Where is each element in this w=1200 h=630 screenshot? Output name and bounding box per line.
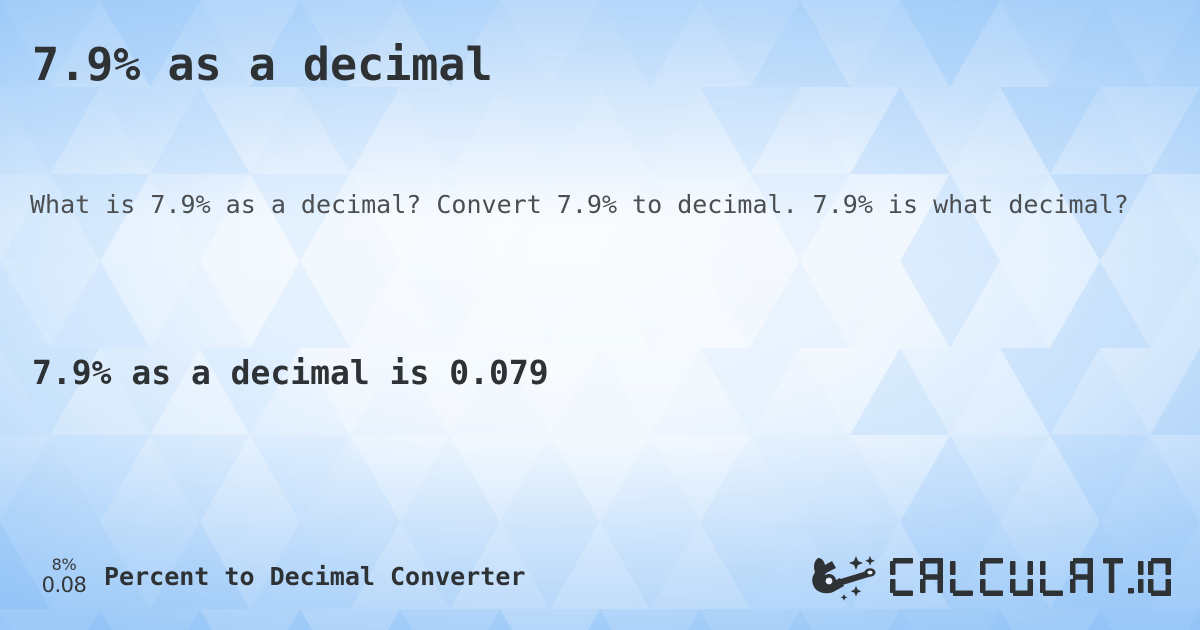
calculatio-logo-graphic bbox=[812, 556, 1171, 601]
share-image-card: 7.9% as a decimal What is 7.9% as a deci… bbox=[0, 0, 1200, 630]
magic-wand-hand-icon bbox=[812, 556, 876, 601]
footer-tool-label: Percent to Decimal Converter bbox=[104, 561, 526, 591]
page-title: 7.9% as a decimal bbox=[32, 38, 493, 91]
percent-to-decimal-icon: 8% 0.08 bbox=[38, 554, 90, 597]
percent-to-decimal-icon-bottom: 0.08 bbox=[41, 572, 87, 597]
footer-left-group: 8% 0.08 Percent to Decimal Converter bbox=[38, 554, 526, 597]
footer: 8% 0.08 Percent to Decimal Converter bbox=[0, 548, 1200, 604]
calculatio-logo[interactable] bbox=[804, 551, 1174, 601]
answer-statement: 7.9% as a decimal is 0.079 bbox=[32, 353, 549, 392]
card-content: 7.9% as a decimal What is 7.9% as a deci… bbox=[0, 0, 1200, 630]
percent-to-decimal-icon-top: 8% bbox=[51, 554, 77, 574]
intro-description: What is 7.9% as a decimal? Convert 7.9% … bbox=[30, 190, 1129, 219]
calculatio-wordmark bbox=[890, 558, 1171, 596]
